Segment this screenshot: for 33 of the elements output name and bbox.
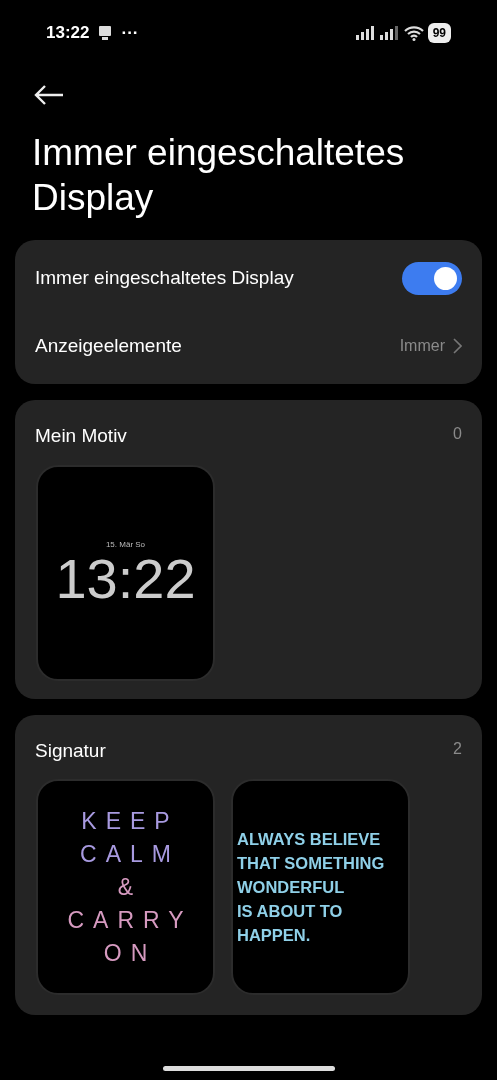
preview-time: 13:22 (55, 550, 196, 607)
quote-line: ALWAYS BELIEVE (237, 829, 381, 850)
back-arrow-icon[interactable] (34, 83, 64, 106)
quote-line: CARRY (67, 905, 193, 935)
quote-line: WONDERFUL (237, 877, 345, 898)
notification-icon (97, 25, 114, 41)
signal-icon (379, 26, 400, 40)
chevron-right-icon (453, 338, 462, 354)
toggle-switch[interactable] (402, 261, 462, 295)
setting-label: Anzeigeelemente (35, 333, 182, 358)
setting-value: Immer (399, 336, 445, 356)
battery-level: 99 (427, 23, 451, 43)
clock-time: 13:22 (46, 22, 90, 45)
more-dots: ··· (121, 22, 139, 45)
wifi-icon (403, 25, 424, 41)
section-title: Signatur (35, 738, 106, 763)
page-title: Immer eingeschaltetes Display (31, 131, 406, 220)
quote-line: IS ABOUT TO (237, 901, 343, 922)
signal-icon (355, 26, 376, 40)
quote-line: ON (103, 938, 157, 968)
item-count: 0 (453, 424, 462, 444)
quote-line: HAPPEN. (237, 925, 311, 946)
clock-preview[interactable]: 15. Mär So 13:22 (36, 464, 215, 681)
setting-label: Immer eingeschaltetes Display (35, 265, 294, 290)
signature-preview[interactable]: KEEP CALM & CARRY ON (36, 779, 215, 995)
quote-line: THAT SOMETHING (237, 853, 385, 874)
item-count: 2 (453, 738, 462, 759)
quote-line: KEEP (81, 806, 179, 836)
signature-preview[interactable]: ALWAYS BELIEVE THAT SOMETHING WONDERFUL IS ABOUT TO HAPPEN. (231, 779, 410, 995)
quote-line: CALM (80, 839, 180, 869)
quote-line: & (117, 872, 143, 902)
section-title: Mein Motiv (35, 424, 127, 448)
preview-date: 15. Mär So (105, 538, 146, 551)
